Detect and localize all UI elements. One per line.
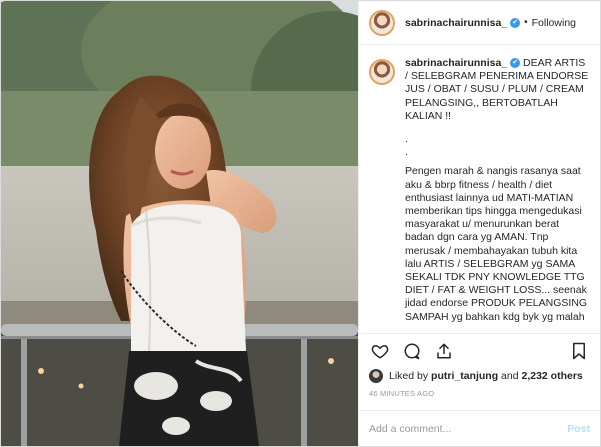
caption: sabrinachairunnisa_ ✔ DEAR ARTIS / SELEBG…	[359, 45, 600, 333]
liked-others[interactable]: 2,232 others	[521, 370, 582, 382]
liked-by-label: Liked by	[389, 370, 429, 382]
caption-body: Pengen marah & nangis rasanya saat aku &…	[405, 165, 588, 323]
comment-input[interactable]: Add a comment...	[369, 423, 567, 435]
post-header: sabrinachairunnisa_ ✔ • Following	[359, 1, 600, 45]
liker-avatar[interactable]	[369, 369, 383, 383]
username-link[interactable]: sabrinachairunnisa_	[405, 17, 507, 29]
action-bar	[359, 333, 600, 367]
share-icon[interactable]	[433, 340, 455, 362]
bookmark-icon[interactable]	[568, 340, 590, 362]
following-button[interactable]: Following	[532, 17, 576, 29]
likes-summary: Liked by putri_tanjung and 2,232 others	[359, 367, 600, 383]
separator-dot: •	[524, 17, 528, 28]
caption-avatar[interactable]	[369, 59, 395, 85]
liked-and: and	[501, 370, 519, 382]
timestamp[interactable]: 46 MINUTES AGO	[359, 383, 600, 410]
caption-dots: . .	[405, 133, 408, 159]
comment-icon[interactable]	[401, 340, 423, 362]
post-image	[1, 1, 358, 446]
post-button[interactable]: Post	[567, 423, 590, 435]
post-side-panel: sabrinachairunnisa_ ✔ • Following sabrin…	[358, 1, 600, 446]
caption-text: sabrinachairunnisa_ ✔ DEAR ARTIS / SELEBG…	[405, 57, 591, 324]
caption-username[interactable]: sabrinachairunnisa_	[405, 57, 507, 69]
instagram-post: sabrinachairunnisa_ ✔ • Following sabrin…	[0, 0, 601, 447]
liked-by-user[interactable]: putri_tanjung	[431, 370, 498, 382]
verified-badge-icon: ✔	[510, 17, 521, 28]
verified-badge-icon: ✔	[510, 58, 521, 69]
comment-bar: Add a comment... Post	[359, 410, 600, 446]
post-photo[interactable]	[1, 1, 358, 446]
heart-icon[interactable]	[369, 340, 391, 362]
avatar[interactable]	[369, 9, 395, 36]
